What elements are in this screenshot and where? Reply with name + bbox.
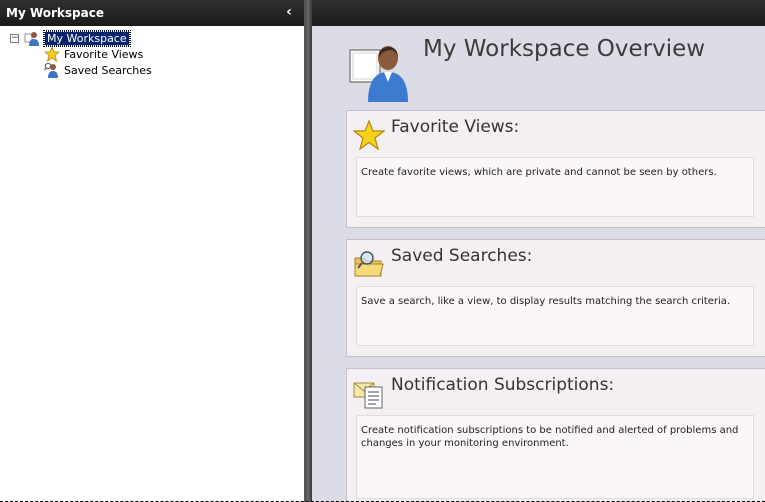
content-pane: My Workspace Overview Favorite Views: Cr… [312,0,765,502]
workspace-user-icon [349,46,408,102]
nav-header: My Workspace ‹ [0,0,304,26]
favorite-views-card: Favorite Views: Create favorite views, w… [346,110,765,228]
star-icon [353,119,385,151]
tree-expander[interactable]: − [10,34,19,43]
navigation-pane: My Workspace ‹ − My Workspace Favorite V… [0,0,305,502]
page-title: My Workspace Overview [423,36,706,62]
card-title: Notification Subscriptions: [391,375,615,395]
workspace-user-icon [24,32,39,46]
search-user-icon [44,62,58,78]
saved-searches-card: Saved Searches: Save a search, like a vi… [346,239,765,357]
card-description: Create notification subscriptions to be … [356,415,754,499]
tree-item-label: My Workspace [43,29,131,47]
envelope-document-icon [353,382,383,409]
card-title: Favorite Views: [391,117,520,137]
content-toolbar [312,0,765,26]
folder-search-icon [354,251,384,277]
tree-item-label: Favorite Views [64,47,144,61]
star-icon [44,46,60,62]
tree-item-saved-searches[interactable]: Saved Searches [44,62,152,78]
pane-splitter[interactable] [305,0,312,502]
nav-title: My Workspace [6,6,104,20]
tree-item-favorite-views[interactable]: Favorite Views [44,46,143,62]
tree-item-label: Saved Searches [64,63,152,77]
collapse-pane-button[interactable]: ‹ [282,5,296,19]
minus-icon: − [11,33,19,43]
notification-subscriptions-card: Notification Subscriptions: Create notif… [346,368,765,502]
card-title: Saved Searches: [391,246,533,266]
card-description: Save a search, like a view, to display r… [356,286,754,346]
tree-item-my-workspace[interactable]: My Workspace [24,29,131,47]
chevron-left-icon: ‹ [286,4,292,20]
card-description: Create favorite views, which are private… [356,157,754,217]
